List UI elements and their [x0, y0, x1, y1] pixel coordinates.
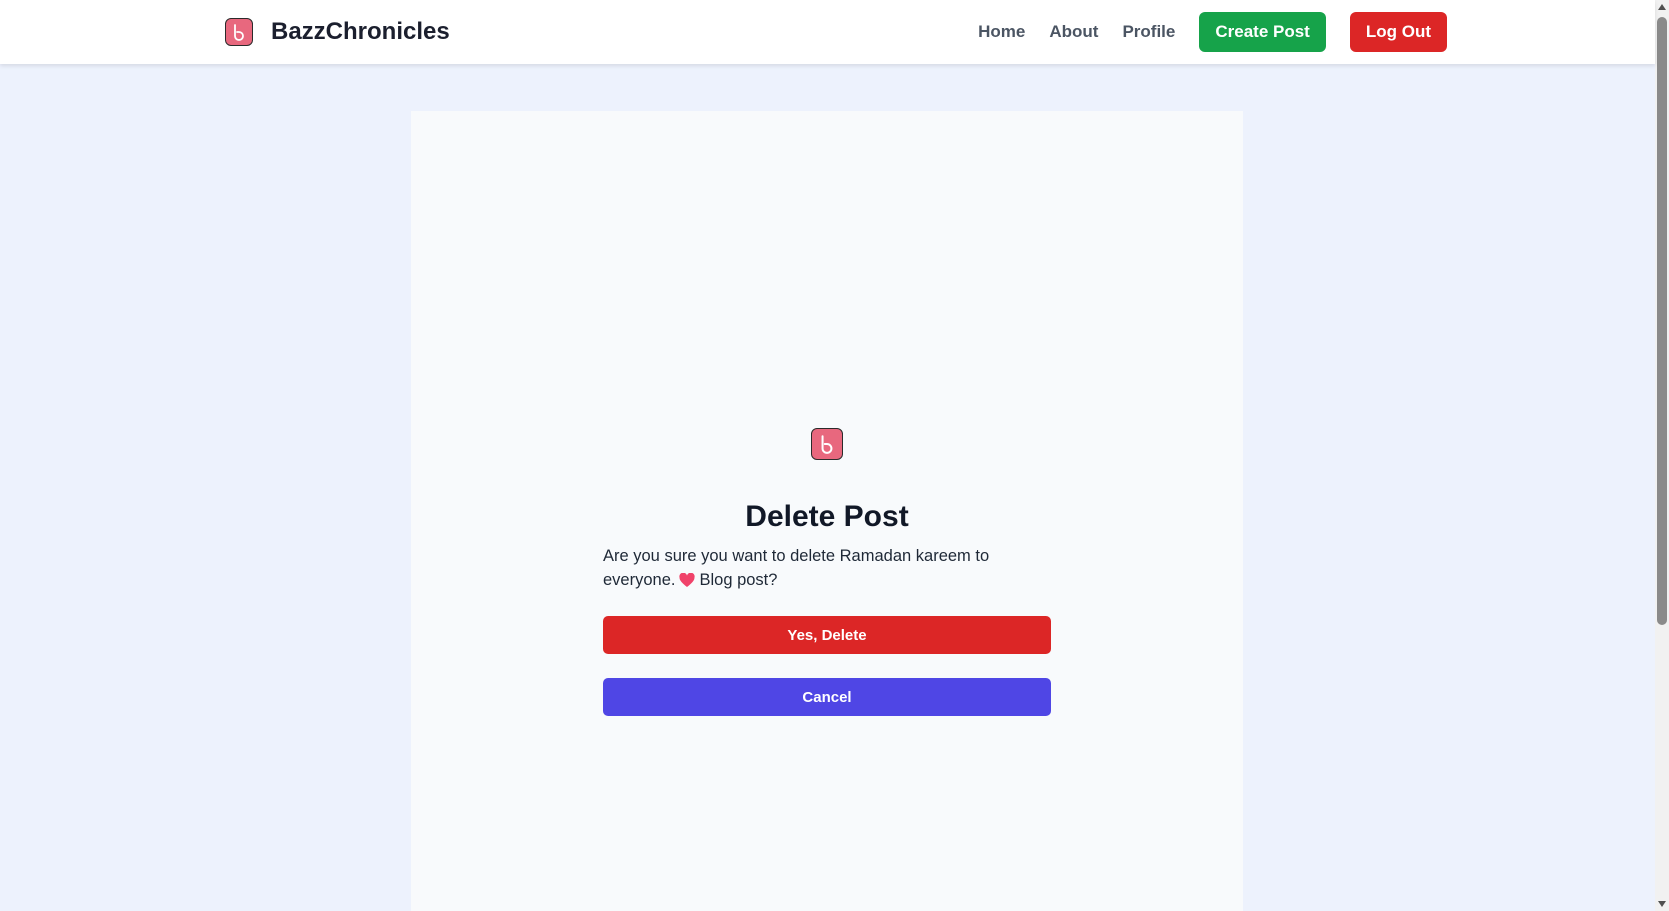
logo-icon [225, 18, 253, 46]
scroll-down-arrow-icon[interactable] [1658, 901, 1666, 907]
dialog-message: Are you sure you want to delete Ramadan … [603, 544, 1051, 595]
scrollbar-thumb[interactable] [1657, 17, 1667, 625]
dialog-logo-icon [811, 428, 843, 460]
nav-links: Home About Profile Create Post Log Out [978, 12, 1447, 52]
cancel-button[interactable]: Cancel [603, 678, 1051, 716]
brand-name: BazzChronicles [271, 18, 450, 45]
scroll-up-arrow-icon[interactable] [1658, 4, 1666, 10]
heart-icon [679, 571, 696, 595]
brand[interactable]: BazzChronicles [225, 18, 450, 46]
log-out-button[interactable]: Log Out [1349, 12, 1447, 52]
dialog-message-suffix: Blog post? [699, 571, 778, 589]
dialog-title: Delete Post [745, 500, 909, 533]
dialog-message-text: Are you sure you want to delete Ramadan … [603, 547, 990, 589]
navbar: BazzChronicles Home About Profile Create… [0, 0, 1655, 64]
confirm-delete-button[interactable]: Yes, Delete [603, 616, 1051, 654]
page: BazzChronicles Home About Profile Create… [0, 0, 1669, 911]
nav-home-link[interactable]: Home [978, 22, 1025, 42]
delete-post-card: Delete Post Are you sure you want to del… [411, 111, 1243, 911]
nav-profile-link[interactable]: Profile [1122, 22, 1175, 42]
create-post-button[interactable]: Create Post [1199, 12, 1326, 52]
nav-about-link[interactable]: About [1049, 22, 1098, 42]
vertical-scrollbar[interactable] [1655, 0, 1669, 911]
